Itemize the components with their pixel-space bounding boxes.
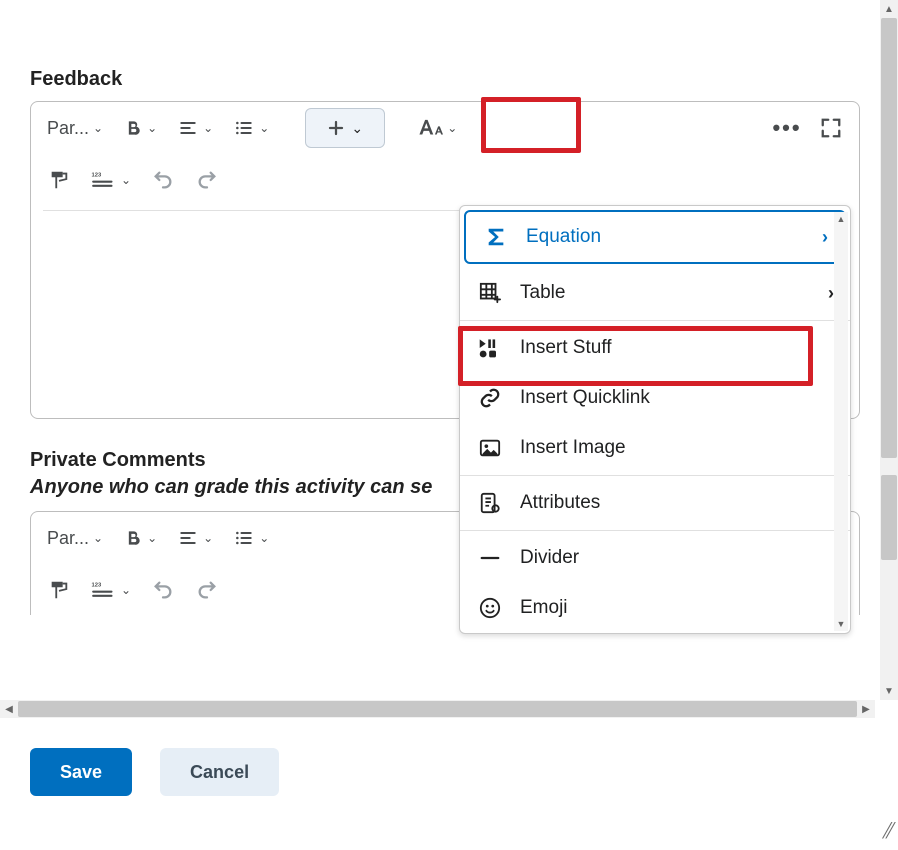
chevron-down-icon: ⌄ [93,531,103,545]
undo-button[interactable] [143,160,183,200]
menu-item-insert-quicklink[interactable]: Insert Quicklink [460,373,850,423]
menu-item-label: Insert Quicklink [520,387,834,409]
save-button[interactable]: Save [30,748,132,796]
scroll-up-icon: ▲ [834,212,848,226]
line-spacing-icon: 123 [91,580,117,600]
menu-item-table[interactable]: Table › [460,268,850,318]
svg-text:123: 123 [92,173,102,179]
sigma-icon [482,226,510,248]
chevron-down-icon: ⌄ [447,121,457,135]
chevron-down-icon: ⌄ [147,121,157,135]
undo-button[interactable] [143,570,183,610]
menu-divider [460,475,850,476]
bold-icon [123,118,143,138]
cancel-button[interactable]: Cancel [160,748,279,796]
scrollbar-thumb[interactable] [881,475,897,560]
line-spacing-button[interactable]: 123 ⌄ [83,570,139,610]
align-button[interactable]: ⌄ [169,108,221,148]
paragraph-style-label: Par... [47,118,89,139]
svg-text:123: 123 [92,583,102,589]
vertical-scrollbar[interactable]: ▲ ▼ [880,0,898,700]
menu-item-equation[interactable]: Equation › [464,210,846,264]
more-button[interactable]: ••• [767,108,807,148]
menu-item-attributes[interactable]: Attributes [460,478,850,528]
paragraph-style-label: Par... [47,528,89,549]
menu-scrollbar[interactable]: ▲ ▼ [834,212,848,631]
scroll-right-icon: ▶ [857,700,875,718]
more-icon: ••• [772,115,801,141]
format-painter-button[interactable] [39,570,79,610]
divider-icon [476,547,504,569]
image-icon [476,437,504,459]
scroll-down-icon: ▼ [834,617,848,631]
fullscreen-icon [820,117,842,139]
chevron-down-icon: ⌄ [203,531,213,545]
menu-item-label: Attributes [520,492,834,514]
chevron-down-icon: ⌄ [147,531,157,545]
menu-item-label: Table [520,282,812,304]
horizontal-scrollbar[interactable]: ◀ ▶ [0,700,875,718]
resize-grip-icon[interactable]: ⫽ [882,818,892,844]
chevron-right-icon: › [822,227,828,248]
insert-menu: Equation › Table › Insert Stuff Insert Q… [459,205,851,634]
scroll-down-icon: ▼ [880,682,898,700]
chevron-down-icon: ⌄ [121,583,131,597]
align-icon [177,118,199,138]
menu-divider [460,320,850,321]
align-icon [177,528,199,548]
menu-item-label: Insert Stuff [520,337,834,359]
scroll-left-icon: ◀ [0,700,18,718]
bold-icon [123,528,143,548]
chevron-down-icon: ⌄ [203,121,213,135]
link-icon [476,387,504,409]
insert-menu-button[interactable]: ⌄ [305,108,385,148]
menu-item-label: Divider [520,547,834,569]
line-spacing-button[interactable]: 123 ⌄ [83,160,139,200]
chevron-down-icon: ⌄ [259,121,269,135]
format-painter-icon [48,169,70,191]
font-button[interactable]: ⌄ [409,108,465,148]
scrollbar-thumb[interactable] [881,18,897,458]
redo-button[interactable] [187,160,227,200]
attributes-icon [476,492,504,514]
scroll-up-icon: ▲ [880,0,898,18]
font-icon [417,117,443,139]
redo-icon [196,579,218,601]
undo-icon [152,169,174,191]
plus-icon [327,119,345,137]
table-icon [476,282,504,304]
redo-button[interactable] [187,570,227,610]
list-button[interactable]: ⌄ [225,108,277,148]
list-icon [233,528,255,548]
align-button[interactable]: ⌄ [169,518,221,558]
chevron-down-icon: ⌄ [121,173,131,187]
bold-button[interactable]: ⌄ [115,518,165,558]
menu-item-divider[interactable]: Divider [460,533,850,583]
list-icon [233,118,255,138]
bold-button[interactable]: ⌄ [115,108,165,148]
menu-item-insert-image[interactable]: Insert Image [460,423,850,473]
emoji-icon [476,597,504,619]
fullscreen-button[interactable] [811,108,851,148]
paragraph-style-button[interactable]: Par... ⌄ [39,108,111,148]
redo-icon [196,169,218,191]
format-painter-button[interactable] [39,160,79,200]
menu-item-emoji[interactable]: Emoji [460,583,850,633]
format-painter-icon [48,579,70,601]
insert-stuff-icon [476,337,504,359]
list-button[interactable]: ⌄ [225,518,277,558]
scrollbar-thumb[interactable] [18,701,857,717]
menu-item-label: Insert Image [520,437,834,459]
menu-item-insert-stuff[interactable]: Insert Stuff [460,323,850,373]
menu-divider [460,530,850,531]
chevron-down-icon: ⌄ [93,121,103,135]
chevron-down-icon: ⌄ [351,120,363,137]
paragraph-style-button[interactable]: Par... ⌄ [39,518,111,558]
menu-item-label: Equation [526,226,806,248]
chevron-down-icon: ⌄ [259,531,269,545]
line-spacing-icon: 123 [91,170,117,190]
undo-icon [152,579,174,601]
feedback-heading: Feedback [30,68,893,91]
menu-item-label: Emoji [520,597,834,619]
